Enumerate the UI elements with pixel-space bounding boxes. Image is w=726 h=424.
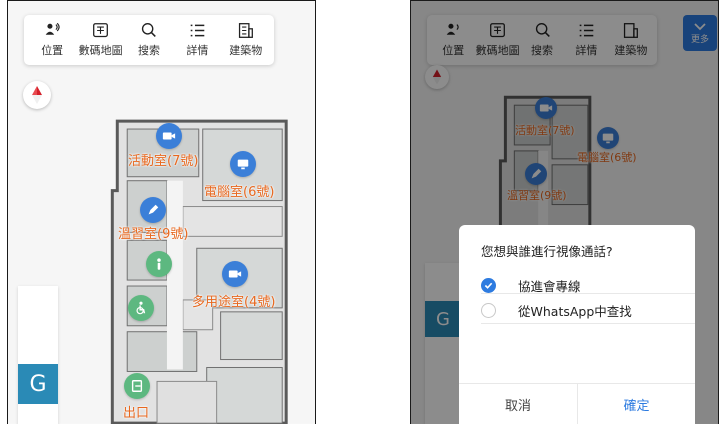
activity-room-pin[interactable]	[156, 123, 182, 149]
floor-button-g[interactable]: G	[18, 364, 58, 404]
toolbar-details-button[interactable]: 詳情	[173, 22, 221, 58]
room-label-activity: 活動室(7號)	[128, 154, 199, 169]
room-label-study: 溫習室(9號)	[118, 227, 189, 242]
screen-video-call-dialog: 位置 數碼地圖 搜索 詳情 建築物 更多 活動室(7號) 電腦室(6號) 溫習室…	[410, 0, 719, 424]
search-icon	[142, 23, 157, 37]
info-pin[interactable]	[146, 251, 172, 277]
location-person-icon	[45, 22, 60, 35]
study-room-pin[interactable]	[140, 197, 166, 223]
toolbar-label: 位置	[41, 44, 64, 57]
video-camera-icon	[162, 132, 176, 140]
compass-button[interactable]	[23, 81, 51, 109]
info-icon	[157, 258, 161, 270]
accessible-pin[interactable]	[128, 295, 154, 321]
compass-icon	[32, 86, 42, 104]
option-label: 從WhatsApp中查找	[518, 304, 632, 319]
dialog-title: 您想與誰進行視像通話?	[481, 244, 613, 259]
top-toolbar: 位置 數碼地圖 搜索 詳情 建築物	[24, 15, 274, 65]
cancel-button[interactable]: 取消	[459, 383, 577, 424]
toolbar-location-button[interactable]: 位置	[28, 22, 76, 58]
toolbar-digital-map-button[interactable]: 數碼地圖	[77, 22, 125, 58]
room-label-exit: 出口	[123, 406, 150, 421]
building-icon	[239, 23, 254, 38]
toolbar-building-button[interactable]: 建築物	[222, 22, 270, 58]
confirm-button[interactable]: 確定	[577, 383, 695, 424]
monitor-icon	[237, 159, 249, 170]
toolbar-label: 詳情	[186, 44, 209, 57]
pen-icon	[148, 204, 159, 215]
screen-help-menu: 位置 數碼地圖 搜索 詳情 建築物 活動室(7號) 電腦室(6號) 溫習室(9號…	[7, 0, 316, 424]
option-divider	[481, 323, 695, 324]
radio-unchecked-icon	[481, 303, 496, 318]
toolbar-label: 數碼地圖	[78, 44, 123, 57]
list-icon	[190, 24, 205, 37]
radio-checked-icon	[481, 278, 496, 293]
toolbar-label: 建築物	[229, 44, 263, 57]
video-camera-icon	[228, 270, 242, 278]
toolbar-search-button[interactable]: 搜索	[125, 22, 173, 58]
digital-map-icon	[93, 23, 109, 38]
video-call-dialog: 您想與誰進行視像通話? 協進會專線 從WhatsApp中查找 取消 確定	[459, 225, 695, 424]
computer-room-pin[interactable]	[230, 151, 256, 177]
multipurpose-room-pin[interactable]	[222, 261, 248, 287]
option-whatsapp-lookup[interactable]: 從WhatsApp中查找	[481, 301, 632, 320]
wheelchair-icon	[136, 301, 146, 315]
option-divider	[481, 293, 695, 294]
toolbar-label: 搜索	[137, 44, 160, 57]
exit-icon	[131, 380, 143, 392]
room-label-computer: 電腦室(6號)	[204, 185, 275, 200]
room-label-multipurpose: 多用途室(4號)	[192, 295, 276, 310]
exit-pin[interactable]	[124, 373, 150, 399]
